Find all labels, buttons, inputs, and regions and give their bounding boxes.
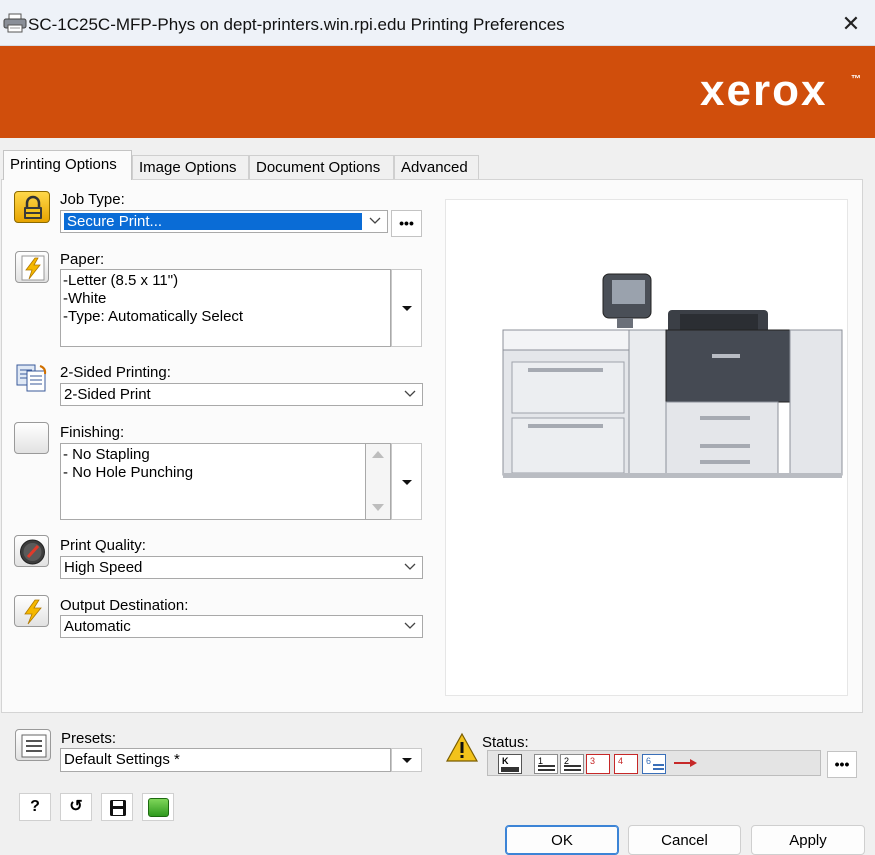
triangle-down-icon (402, 480, 412, 485)
chevron-down-icon (404, 563, 416, 570)
finishing-dropdown-button[interactable] (391, 443, 422, 520)
finishing-icon (14, 422, 49, 454)
cancel-button[interactable]: Cancel (628, 825, 741, 855)
scroll-down-icon[interactable] (372, 504, 384, 512)
apply-button[interactable]: Apply (751, 825, 865, 855)
output-destination-value: Automatic (64, 618, 131, 635)
lightning-icon (15, 251, 49, 283)
tray-level-line (538, 765, 555, 767)
eco-button[interactable] (142, 793, 174, 821)
paper-type-line: -Type: Automatically Select (63, 308, 244, 325)
scroll-up-icon[interactable] (372, 450, 384, 458)
output-destination-label: Output Destination: (60, 597, 189, 614)
paper-label: Paper: (60, 251, 105, 268)
presets-dropdown-button[interactable] (391, 748, 422, 772)
save-icon (110, 800, 126, 816)
gauge-icon (14, 535, 49, 567)
tab-document-options[interactable]: Document Options (249, 155, 394, 179)
paper-dropdown-button[interactable] (391, 269, 422, 347)
green-leaf-icon (148, 798, 169, 817)
triangle-down-icon (402, 758, 412, 763)
print-quality-select[interactable]: High Speed (60, 556, 423, 579)
finishing-scrollbar[interactable] (366, 443, 391, 520)
paper-size-line: -Letter (8.5 x 11") (63, 272, 179, 289)
presets-value: Default Settings * (64, 751, 180, 768)
tray-3-label: 3 (590, 756, 596, 766)
output-arrow-icon (674, 759, 697, 767)
hole-punching-line: - No Hole Punching (63, 464, 194, 481)
tray-4-indicator: 4 (614, 754, 638, 774)
lightning-icon (14, 595, 49, 627)
two-sided-label: 2-Sided Printing: (60, 364, 171, 381)
tray-level-line (653, 768, 664, 770)
tray-level-line (653, 764, 664, 766)
duplex-icon (14, 362, 50, 394)
stapling-line: - No Stapling (63, 446, 150, 463)
paper-summary-box[interactable]: -Letter (8.5 x 11") -White -Type: Automa… (60, 269, 391, 347)
tray-2-indicator: 2 (560, 754, 584, 774)
two-sided-value: 2-Sided Print (64, 386, 151, 403)
save-button[interactable] (101, 793, 133, 821)
job-type-select[interactable]: Secure Print... (60, 210, 388, 233)
triangle-down-icon (402, 306, 412, 311)
ok-button[interactable]: OK (505, 825, 619, 855)
tray-6-indicator: 6 (642, 754, 666, 774)
close-button[interactable]: ✕ (836, 10, 866, 38)
tab-printing-options[interactable]: Printing Options (3, 150, 132, 180)
two-sided-select[interactable]: 2-Sided Print (60, 383, 423, 406)
print-quality-label: Print Quality: (60, 537, 146, 554)
job-type-more-button[interactable]: ••• (391, 210, 422, 237)
finishing-summary-box[interactable]: - No Stapling - No Hole Punching (60, 443, 366, 520)
printer-illustration (502, 273, 843, 478)
trademark-mark: ™ (851, 74, 861, 85)
job-type-value: Secure Print... (64, 213, 362, 230)
chevron-down-icon (404, 622, 416, 629)
tab-advanced[interactable]: Advanced (394, 155, 479, 179)
status-more-button[interactable]: ••• (827, 751, 857, 778)
tray-3-indicator: 3 (586, 754, 610, 774)
output-destination-select[interactable]: Automatic (60, 615, 423, 638)
toner-level-fill (501, 767, 519, 772)
toner-k-indicator: K (498, 754, 522, 774)
window-title: SC-1C25C-MFP-Phys on dept-printers.win.r… (28, 15, 565, 34)
status-supplies-bar: K 1 2 3 4 6 (487, 750, 821, 776)
finishing-label: Finishing: (60, 424, 125, 441)
chevron-down-icon (369, 217, 381, 224)
tray-level-line (564, 769, 581, 771)
presets-select[interactable]: Default Settings * (60, 748, 391, 772)
print-quality-value: High Speed (64, 559, 143, 576)
tray-level-line (564, 765, 581, 767)
restore-defaults-button[interactable]: ↺ (60, 793, 92, 821)
tray-6-label: 6 (646, 756, 652, 766)
warning-icon (445, 732, 479, 762)
presets-label: Presets: (61, 730, 117, 747)
lock-icon (14, 191, 50, 223)
presets-list-icon (15, 729, 51, 761)
help-button[interactable]: ? (19, 793, 51, 821)
paper-color-line: -White (63, 290, 107, 307)
xerox-logo: xerox (700, 66, 828, 115)
tray-1-indicator: 1 (534, 754, 558, 774)
status-label: Status: (482, 734, 529, 751)
job-type-label: Job Type: (60, 191, 125, 208)
toner-k-label: K (502, 756, 509, 766)
tray-4-label: 4 (618, 756, 624, 766)
printer-icon (3, 13, 27, 33)
chevron-down-icon (404, 390, 416, 397)
tray-level-line (538, 769, 555, 771)
tab-image-options[interactable]: Image Options (132, 155, 249, 179)
